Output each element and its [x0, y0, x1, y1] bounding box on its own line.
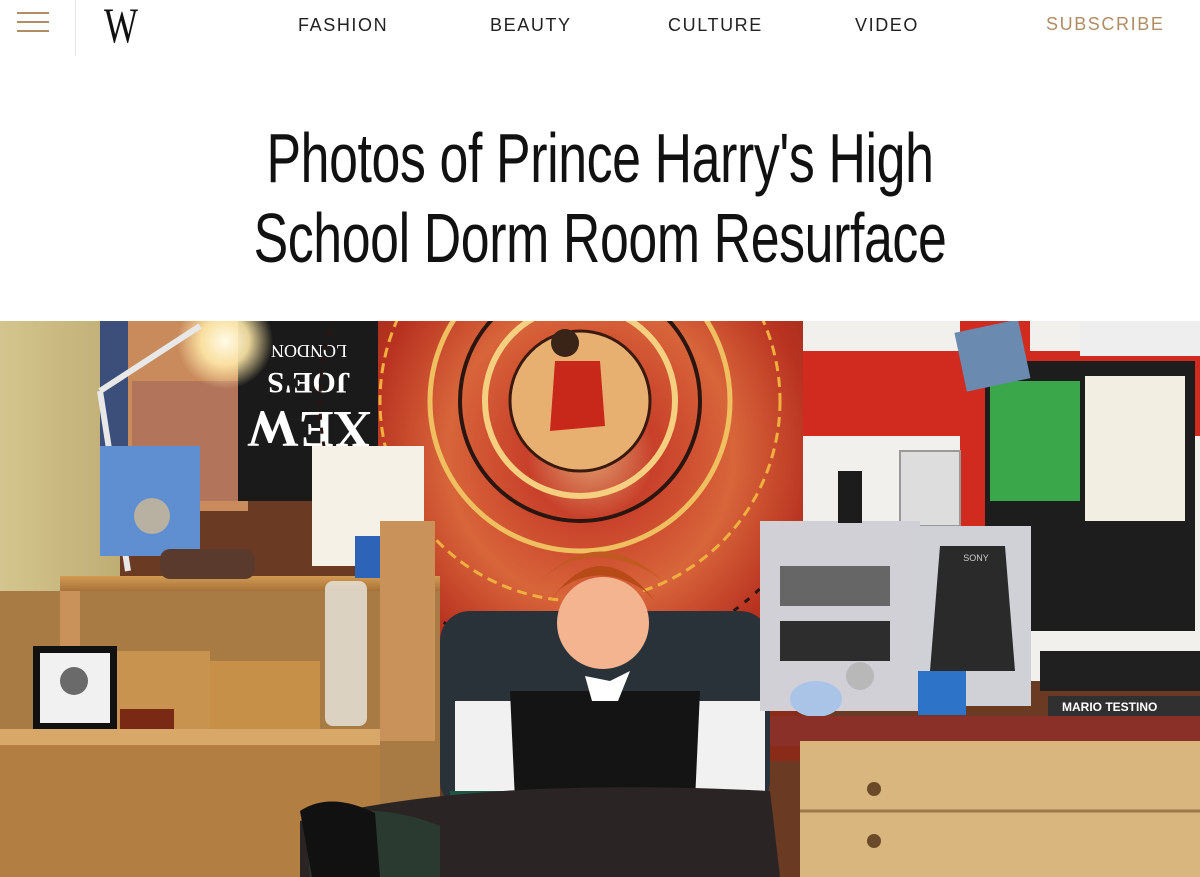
poster-graphic	[990, 381, 1080, 501]
stereo-system	[760, 521, 920, 711]
drawer-knob	[867, 834, 881, 848]
blue-mug	[918, 671, 966, 715]
poster-text: LONDON	[271, 341, 347, 361]
black-waistcoat	[510, 691, 700, 801]
poster-text: JOE'S	[267, 366, 350, 399]
tapestry-figure-head	[551, 329, 579, 357]
stereo-deck	[780, 566, 890, 606]
small-box	[120, 709, 174, 729]
nav-culture[interactable]: CULTURE	[668, 15, 763, 36]
desk-top	[0, 729, 380, 745]
speaker-grille	[930, 546, 1015, 671]
book-stack	[1040, 651, 1200, 691]
stereo-brand-label: SONY	[963, 553, 989, 563]
nav-video[interactable]: VIDEO	[855, 15, 919, 36]
menu-line	[17, 12, 49, 14]
framed-photo	[899, 450, 961, 527]
bottle	[325, 581, 367, 726]
desk-side	[380, 521, 435, 741]
dresser	[800, 741, 1200, 877]
article-headline: Photos of Prince Harry's High School Dor…	[253, 119, 947, 277]
face	[557, 577, 649, 669]
teacup	[790, 681, 842, 717]
volume-knob	[846, 662, 874, 690]
letter-paper	[1085, 376, 1185, 521]
hamburger-menu-icon[interactable]	[14, 8, 52, 38]
pencil-case	[160, 549, 255, 579]
medal	[134, 498, 170, 534]
dorm-room-photo: LONDON JOE'S XEW SONY MARIO TESTINO	[0, 321, 1200, 877]
w-magazine-logo[interactable]: W	[104, 0, 138, 52]
drawer-box	[210, 661, 320, 729]
stereo-display	[780, 621, 890, 661]
menu-line	[17, 21, 49, 23]
hero-photo: LONDON JOE'S XEW SONY MARIO TESTINO	[0, 321, 1200, 877]
paper-note	[1080, 321, 1200, 356]
top-navigation-bar: W FASHION BEAUTY CULTURE VIDEO SUBSCRIBE	[0, 0, 1200, 56]
magazine-label: MARIO TESTINO	[1062, 700, 1157, 714]
menu-line	[17, 30, 49, 32]
header-divider	[75, 0, 76, 56]
tapestry-figure	[550, 361, 605, 431]
subscribe-link[interactable]: SUBSCRIBE	[1046, 14, 1164, 35]
nav-beauty[interactable]: BEAUTY	[490, 15, 572, 36]
drawer-knob	[867, 782, 881, 796]
portrait-face	[60, 667, 88, 695]
nav-fashion[interactable]: FASHION	[298, 15, 388, 36]
spray-can	[838, 471, 862, 523]
black-shoe	[300, 801, 380, 877]
